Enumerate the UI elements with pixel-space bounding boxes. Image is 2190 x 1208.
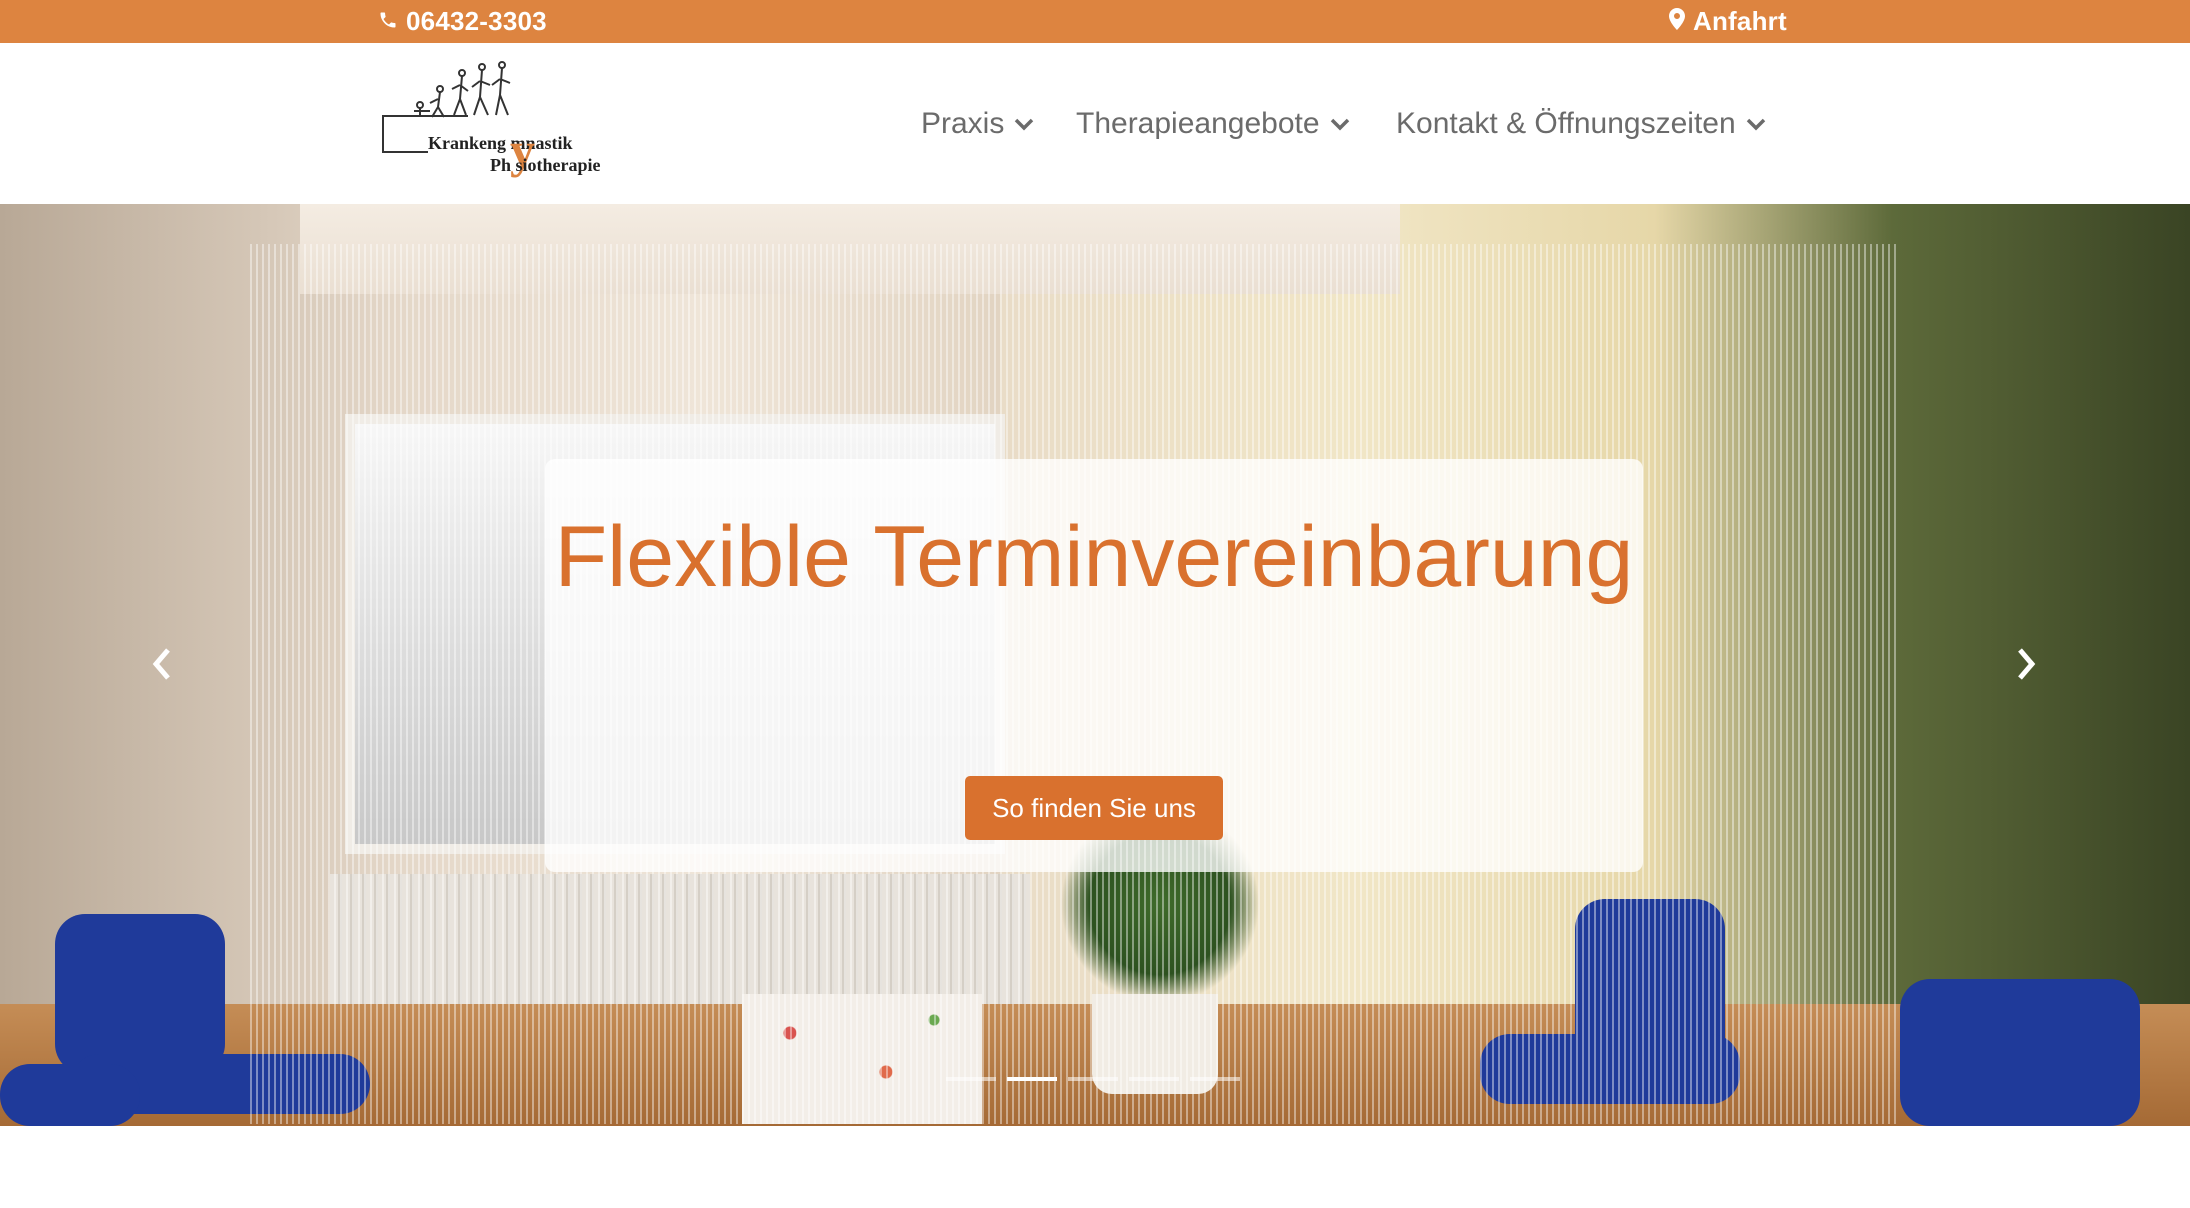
logo-line-2: Ph siotherapie — [490, 155, 601, 175]
nav-label: Praxis — [921, 106, 1005, 140]
nav-label: Therapieangebote — [1076, 106, 1320, 140]
nav-item-kontakt[interactable]: Kontakt & Öffnungszeiten — [1396, 43, 1766, 204]
carousel-indicator[interactable] — [1068, 1077, 1118, 1081]
carousel-prev-button[interactable] — [142, 646, 182, 686]
directions-link[interactable]: Anfahrt — [1669, 0, 1787, 43]
chevron-right-icon — [2014, 646, 2038, 687]
carousel-indicators — [946, 1077, 1240, 1081]
nav-item-praxis[interactable]: Praxis — [921, 43, 1034, 204]
carousel-indicator[interactable] — [946, 1077, 996, 1081]
nav-label: Kontakt & Öffnungszeiten — [1396, 106, 1736, 140]
top-bar: 06432-3303 Anfahrt — [0, 0, 2190, 43]
directions-label: Anfahrt — [1693, 6, 1787, 36]
chevron-down-icon — [1330, 117, 1350, 131]
chevron-down-icon — [1014, 117, 1034, 131]
chair — [0, 1064, 140, 1126]
slide-caption: Flexible Terminvereinbarung So finden Si… — [545, 459, 1643, 872]
hero-carousel: Flexible Terminvereinbarung So finden Si… — [0, 204, 2190, 1126]
phone-link[interactable]: 06432-3303 — [378, 0, 547, 43]
phone-icon — [378, 6, 406, 37]
chevron-left-icon — [150, 646, 174, 687]
logo-bench — [382, 115, 468, 117]
carousel-indicator[interactable] — [1129, 1077, 1179, 1081]
carousel-indicator[interactable] — [1190, 1077, 1240, 1081]
chair — [55, 914, 225, 1074]
carousel-next-button[interactable] — [2006, 646, 2046, 686]
find-us-button[interactable]: So finden Sie uns — [965, 776, 1223, 840]
map-marker-icon — [1669, 6, 1693, 37]
slide-title: Flexible Terminvereinbarung — [554, 509, 1634, 605]
site-header: Krankeng mnastik y Ph siotherapie Praxis… — [0, 43, 2190, 204]
chair — [1900, 979, 2140, 1126]
chevron-down-icon — [1746, 117, 1766, 131]
carousel-indicator-active[interactable] — [1007, 1077, 1057, 1081]
nav-item-therapieangebote[interactable]: Therapieangebote — [1076, 43, 1350, 204]
logo-frame — [382, 115, 428, 153]
phone-number: 06432-3303 — [406, 6, 547, 36]
logo-line-1: Krankeng mnastik — [428, 133, 573, 153]
site-logo[interactable]: Krankeng mnastik y Ph siotherapie — [380, 59, 640, 189]
